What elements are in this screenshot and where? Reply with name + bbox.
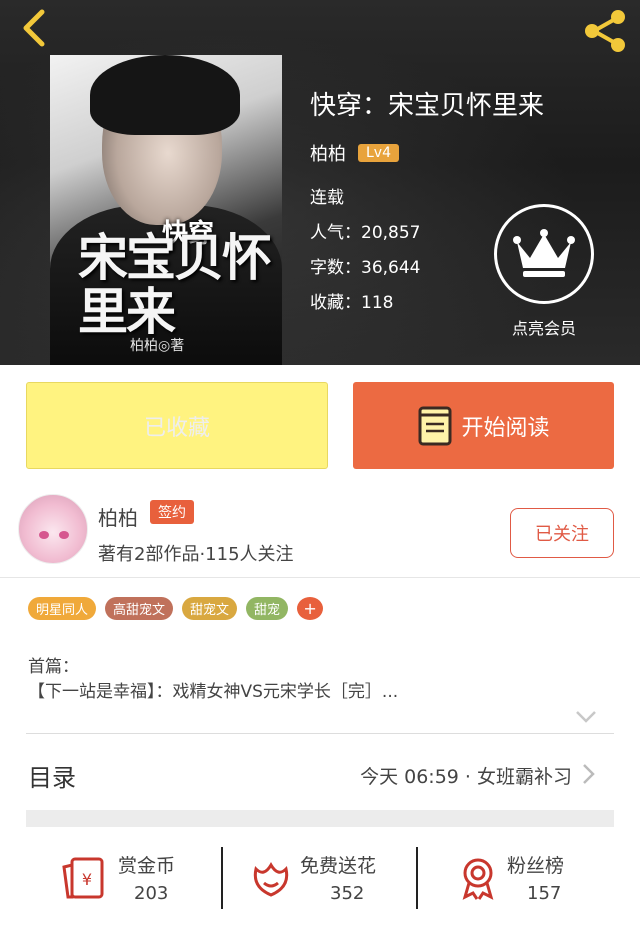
tag-item[interactable]: 甜宠文 <box>182 597 238 620</box>
first-work-text[interactable]: 【下一站是幸福】：戏精女神VS元宋学长［完］... <box>28 677 398 702</box>
book-title: 快穿：宋宝贝怀里来 <box>310 91 545 121</box>
fan-ranking-stat[interactable]: 粉丝榜 157 <box>455 843 595 913</box>
share-button[interactable] <box>580 8 630 54</box>
back-button[interactable] <box>14 8 54 48</box>
share-icon <box>585 10 625 52</box>
more-tags-button[interactable]: + <box>297 597 324 620</box>
reward-coins-stat[interactable]: ¥ 赏金币 203 <box>60 843 210 913</box>
reward-coins-value: 203 <box>134 883 169 904</box>
follow-label: 已关注 <box>535 524 589 545</box>
send-flowers-stat[interactable]: 免费送花 352 <box>248 843 408 913</box>
cover-figure-hair <box>90 55 240 135</box>
vip-button[interactable] <box>494 204 594 304</box>
book-status: 连载 <box>310 188 344 208</box>
red-envelope-icon: ¥ <box>62 857 104 899</box>
collected-label: 已收藏 <box>143 415 210 441</box>
follow-button[interactable]: 已关注 <box>510 508 614 558</box>
word-count-stat: 字数：36,644 <box>310 258 421 278</box>
fan-ranking-label: 粉丝榜 <box>507 855 565 877</box>
fan-ranking-value: 157 <box>527 883 562 904</box>
chevron-left-icon <box>23 9 45 47</box>
vip-label[interactable]: 点亮会员 <box>494 315 594 339</box>
author-name[interactable]: 柏柏 <box>98 502 138 531</box>
cover-author: 柏柏◎著 <box>130 338 185 354</box>
tag-item[interactable]: 甜宠 <box>246 597 289 620</box>
chevron-down-icon <box>576 711 596 723</box>
tag-list: 明星同人 高甜宠文 甜宠文 甜宠 + <box>28 597 324 620</box>
author-avatar[interactable] <box>18 494 88 564</box>
book-author-name[interactable]: 柏柏 <box>310 140 346 166</box>
divider <box>0 577 640 578</box>
start-reading-button[interactable]: 开始阅读 <box>353 382 614 469</box>
reward-coins-label: 赏金币 <box>118 855 176 877</box>
divider <box>26 733 614 734</box>
author-meta: 著有2部作品·115人关注 <box>98 544 294 565</box>
favorites-stat: 收藏：118 <box>310 293 394 313</box>
send-flowers-value: 352 <box>330 883 365 904</box>
crown-icon <box>513 229 575 277</box>
medal-icon <box>462 858 494 900</box>
signed-badge: 签约 <box>150 500 194 524</box>
send-flowers-label: 免费送花 <box>300 855 377 877</box>
first-work-label: 首篇： <box>28 657 79 677</box>
book-icon <box>418 406 452 445</box>
tag-item[interactable]: 高甜宠文 <box>105 597 174 620</box>
latest-chapter[interactable]: 今天 06:59 · 女班霸补习 <box>360 762 572 789</box>
section-separator <box>26 810 614 827</box>
avatar-eye-right <box>59 531 69 539</box>
svg-text:¥: ¥ <box>82 870 92 889</box>
divider <box>221 847 223 909</box>
start-reading-label: 开始阅读 <box>461 415 550 441</box>
tag-item[interactable]: 明星同人 <box>28 597 97 620</box>
book-cover[interactable]: 快穿 宋宝贝怀里来 柏柏◎著 <box>50 55 282 365</box>
level-badge: Lv4 <box>358 144 399 162</box>
collected-button[interactable]: 已收藏 <box>26 382 328 469</box>
popularity-stat: 人气：20,857 <box>310 223 421 243</box>
expand-button[interactable] <box>574 706 598 726</box>
chevron-right-icon <box>583 764 595 784</box>
book-header: 快穿 宋宝贝怀里来 柏柏◎著 快穿：宋宝贝怀里来 柏柏 Lv4 连载 人气：20… <box>0 0 640 365</box>
avatar-eye-left <box>39 531 49 539</box>
book-author-row: 柏柏 Lv4 <box>310 140 399 166</box>
catalog-title[interactable]: 目录 <box>28 758 76 793</box>
catalog-arrow[interactable] <box>580 762 598 786</box>
flower-icon <box>253 862 289 897</box>
cover-title-big: 宋宝贝怀里来 <box>78 228 272 341</box>
divider <box>416 847 418 909</box>
